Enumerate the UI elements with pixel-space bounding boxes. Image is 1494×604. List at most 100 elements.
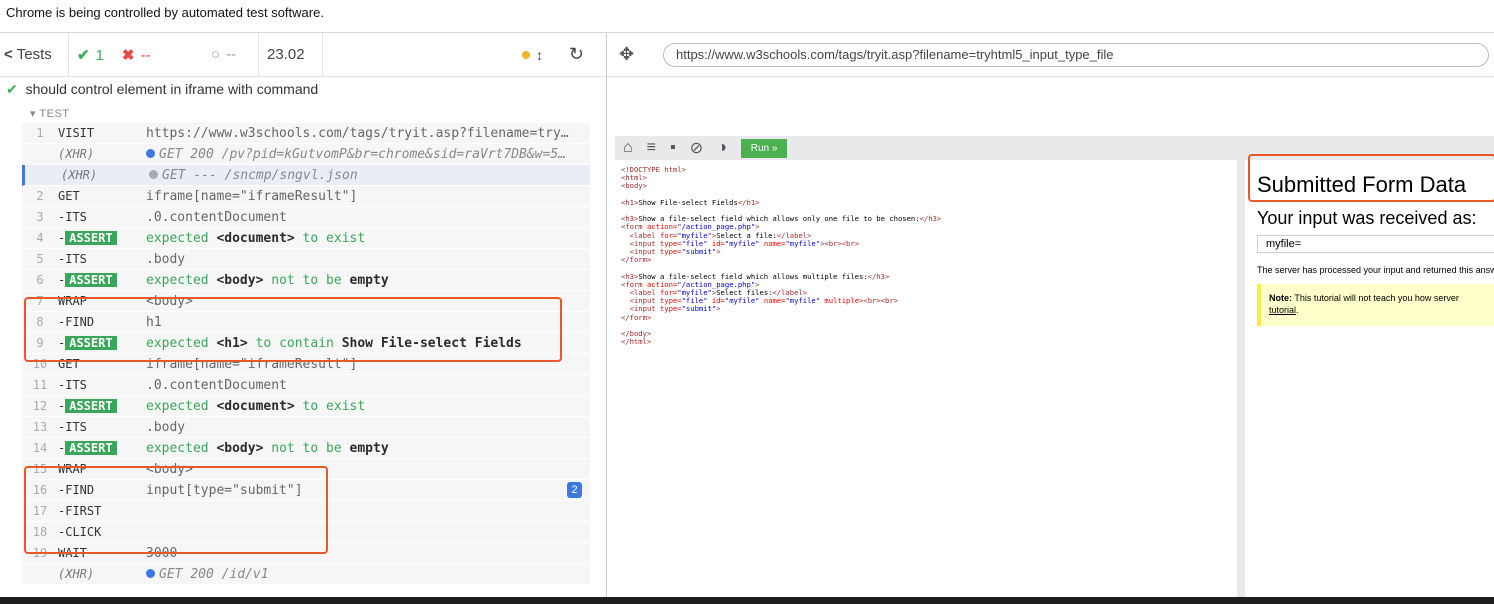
contrast-icon[interactable]: ◑ bbox=[717, 139, 727, 157]
command-message: .body bbox=[146, 419, 186, 435]
command-row[interactable]: 17 -FIRST bbox=[22, 501, 590, 522]
result-frame: Submitted Form Data Your input was recei… bbox=[1245, 160, 1494, 597]
xhr-status-dot-icon bbox=[149, 169, 158, 179]
passed-stat: ✔ 1 bbox=[77, 46, 104, 64]
assert-badge: ASSERT bbox=[65, 441, 117, 455]
command-message: 3000 bbox=[146, 545, 178, 561]
command-name: GET bbox=[58, 189, 80, 203]
tryit-toolbar: ⌂ ≡ ▪ ⊘ ◑ Run » bbox=[615, 136, 1245, 160]
command-name: VISIT bbox=[58, 126, 95, 140]
command-message: iframe[name="iframeResult"] bbox=[146, 356, 358, 372]
home-icon[interactable]: ⌂ bbox=[623, 139, 633, 157]
command-number: 14 bbox=[32, 441, 48, 455]
xhr-status-dot-icon bbox=[146, 148, 155, 158]
command-row[interactable]: 13 -ITS .body bbox=[22, 417, 590, 438]
command-name: -ITS bbox=[58, 420, 87, 434]
save-icon[interactable]: ▪ bbox=[670, 139, 676, 157]
command-row[interactable]: 2 GET iframe[name="iframeResult"] bbox=[22, 186, 590, 207]
result-processed-text: The server has processed your input and … bbox=[1257, 265, 1494, 275]
command-name: - ASSERT bbox=[58, 399, 146, 413]
command-name: (XHR) bbox=[61, 168, 98, 182]
run-button[interactable]: Run » bbox=[740, 138, 788, 158]
command-row[interactable]: 18 -CLICK bbox=[22, 522, 590, 543]
command-row[interactable]: 5 -ITS .body bbox=[22, 249, 590, 270]
pending-stat: ○ -- bbox=[203, 32, 259, 77]
command-name: -FIND bbox=[58, 483, 95, 497]
checkmark-icon: ✔ bbox=[77, 46, 90, 64]
command-name: - ASSERT bbox=[58, 273, 146, 287]
command-message: expected <document> to exist bbox=[146, 398, 366, 414]
result-value: myfile= bbox=[1257, 235, 1494, 253]
command-name: -ITS bbox=[58, 252, 87, 266]
command-name: (XHR) bbox=[58, 147, 95, 161]
command-row[interactable]: 15 WRAP <body> bbox=[22, 459, 590, 480]
assert-badge: ASSERT bbox=[65, 273, 117, 287]
command-message: GET --- /sncmp/sngvl.json bbox=[149, 168, 589, 183]
circle-icon: ○ bbox=[211, 46, 221, 63]
command-message: GET 200 /pv?pid=kGutvomP&br=chrome&sid=r… bbox=[146, 147, 586, 162]
command-number: 5 bbox=[36, 252, 44, 266]
command-row[interactable]: 8 -FIND h1 bbox=[22, 312, 590, 333]
command-number: 15 bbox=[32, 462, 48, 476]
command-row[interactable]: 14 - ASSERT expected <body> not to be empty bbox=[22, 438, 590, 459]
menu-icon[interactable]: ≡ bbox=[647, 139, 656, 157]
assert-badge: ASSERT bbox=[65, 336, 117, 350]
command-row[interactable]: (XHR) GET --- /sncmp/sngvl.json bbox=[22, 165, 590, 186]
command-message: expected <h1> to contain Show File-selec… bbox=[146, 335, 522, 351]
command-message: .0.contentDocument bbox=[146, 209, 287, 225]
result-note: Note: This tutorial will not teach you h… bbox=[1257, 284, 1494, 326]
command-number: 19 bbox=[32, 546, 48, 560]
command-message: input[type="submit"] bbox=[146, 482, 303, 498]
command-row[interactable]: 4 - ASSERT expected <document> to exist bbox=[22, 228, 590, 249]
command-message: .0.contentDocument bbox=[146, 377, 287, 393]
selector-playground-icon[interactable]: ✥ bbox=[619, 44, 663, 65]
command-row[interactable]: 19 WAIT 3000 bbox=[22, 543, 590, 564]
command-row[interactable]: (XHR) GET 200 /id/v1 bbox=[22, 564, 590, 585]
test-runner-panel: < Tests ✔ 1 ✖ -- ○ -- 23.02 ↕ ↻ ✔ should c… bbox=[0, 32, 607, 597]
result-heading: Submitted Form Data bbox=[1257, 172, 1467, 197]
cross-icon: ✖ bbox=[121, 46, 135, 64]
tests-button[interactable]: < Tests bbox=[0, 32, 69, 77]
command-name: -CLICK bbox=[58, 525, 102, 539]
command-name: - ASSERT bbox=[58, 231, 146, 245]
command-message: expected <body> not to be empty bbox=[146, 272, 389, 288]
result-subheading: Your input was received as: bbox=[1257, 208, 1477, 228]
code-editor[interactable]: <!DOCTYPE html> <html> <body> <h1>Show F… bbox=[615, 160, 1237, 597]
command-row[interactable]: 12 - ASSERT expected <document> to exist bbox=[22, 396, 590, 417]
command-number: 11 bbox=[32, 378, 48, 392]
command-number: 13 bbox=[32, 420, 48, 434]
command-number: 9 bbox=[36, 336, 44, 350]
failed-stat: ✖ -- bbox=[121, 46, 151, 64]
command-row[interactable]: 16 -FIND input[type="submit"] 2 bbox=[22, 480, 590, 501]
url-field[interactable]: https://www.w3schools.com/tags/tryit.asp… bbox=[663, 42, 1489, 67]
command-name: GET bbox=[58, 357, 80, 371]
suite-title[interactable]: ✔ should control element in iframe with … bbox=[6, 81, 318, 98]
command-row[interactable]: 1 VISIT https://www.w3schools.com/tags/try… bbox=[22, 123, 590, 144]
command-number: 18 bbox=[32, 525, 48, 539]
command-name: -ITS bbox=[58, 378, 87, 392]
command-name: WRAP bbox=[58, 462, 87, 476]
tutorial-link[interactable]: tutorial bbox=[1269, 305, 1296, 315]
command-number: 8 bbox=[36, 315, 44, 329]
command-row[interactable]: (XHR) GET 200 /pv?pid=kGutvomP&br=chrome&… bbox=[22, 144, 590, 165]
stats-summary: ✔ 1 ✖ -- bbox=[69, 33, 203, 77]
command-row[interactable]: 7 WRAP <body> bbox=[22, 291, 590, 312]
command-row[interactable]: 6 - ASSERT expected <body> not to be empty bbox=[22, 270, 590, 291]
command-number: 4 bbox=[36, 231, 44, 245]
command-message: h1 bbox=[146, 314, 162, 330]
command-message: expected <body> not to be empty bbox=[146, 440, 389, 456]
command-number: 3 bbox=[36, 210, 44, 224]
command-row[interactable]: 11 -ITS .0.contentDocument bbox=[22, 375, 590, 396]
reload-icon[interactable]: ↻ bbox=[569, 44, 584, 65]
checkmark-icon: ✔ bbox=[6, 81, 18, 97]
status-indicator: ↕ bbox=[521, 47, 543, 63]
app-under-test-panel: ✥ https://www.w3schools.com/tags/tryit.a… bbox=[607, 33, 1494, 597]
command-name: -FIRST bbox=[58, 504, 102, 518]
rotate-icon[interactable]: ⊘ bbox=[690, 138, 703, 158]
command-name: - ASSERT bbox=[58, 336, 146, 350]
command-row[interactable]: 9 - ASSERT expected <h1> to contain Show Fi… bbox=[22, 333, 590, 354]
command-message: https://www.w3schools.com/tags/tryit.asp… bbox=[146, 125, 569, 141]
command-row[interactable]: 3 -ITS .0.contentDocument bbox=[22, 207, 590, 228]
command-row[interactable]: 10 GET iframe[name="iframeResult"] bbox=[22, 354, 590, 375]
scroll-toggle-icon[interactable]: ↕ bbox=[536, 47, 543, 63]
